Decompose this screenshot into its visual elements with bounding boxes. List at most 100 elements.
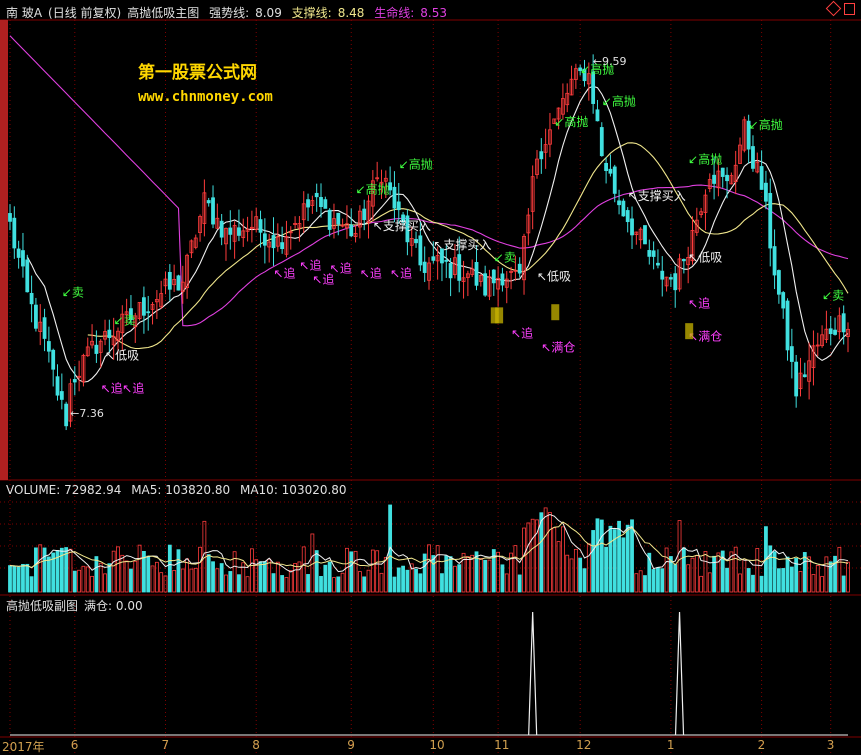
candle-body: [280, 242, 285, 250]
volume-bar: [198, 546, 202, 593]
volume-bar: [90, 575, 94, 593]
watermark: 第一股票公式网 www.chnmoney.com: [138, 58, 273, 105]
volume-bar: [573, 548, 578, 593]
volume-bar: [569, 558, 574, 593]
candle-body: [768, 192, 773, 249]
signal-label: ↖追: [101, 381, 123, 396]
full-position-spike: [528, 611, 538, 736]
life-line-value: 8.53: [420, 6, 448, 20]
candle-body: [491, 269, 496, 284]
candle-body: [271, 235, 276, 249]
volume-bar: [103, 573, 107, 593]
volume-bar: [258, 561, 263, 593]
volume-bar: [465, 556, 470, 593]
volume-header: VOLUME: 72982.94 MA5: 103820.80 MA10: 10…: [6, 483, 353, 497]
volume-bar: [815, 565, 820, 593]
signal-label: ↖追: [299, 257, 321, 272]
candle-body: [422, 261, 427, 273]
volume-bar: [833, 555, 837, 593]
signal-label: ↖支撑买入: [433, 237, 491, 252]
signal-box: [495, 307, 504, 324]
candle-body: [431, 256, 436, 261]
candle-body: [262, 233, 267, 246]
volume-ma5: MA5: 103820.80: [131, 483, 231, 497]
volume-bar: [522, 527, 526, 593]
volume-bar: [21, 563, 25, 593]
volume-bar: [621, 537, 626, 593]
volume-bar: [798, 571, 803, 593]
candle-body: [781, 292, 786, 309]
candle-body: [396, 201, 401, 211]
volume-bar: [755, 548, 760, 593]
signal-label: ↖低吸: [688, 251, 722, 265]
candle-body: [656, 262, 660, 266]
volume-bar: [599, 519, 604, 593]
candle-body: [414, 238, 418, 244]
candle-body: [621, 200, 626, 217]
volume-bar: [357, 571, 362, 593]
candle-body: [16, 248, 21, 258]
candle-body: [64, 403, 69, 427]
volume-bar: [16, 566, 21, 593]
candle-body: [630, 218, 634, 236]
signal-label: ↙卖: [822, 288, 844, 302]
volume-bar: [530, 518, 535, 593]
volume-bar: [267, 558, 272, 593]
volume-bar: [284, 577, 289, 593]
volume-bar: [375, 550, 380, 593]
signal-label: ↙高抛: [749, 117, 783, 132]
signal-label: ↖追: [511, 325, 533, 340]
volume-bar: [431, 555, 436, 593]
watermark-url: www.chnmoney.com: [138, 89, 273, 105]
candle-body: [29, 292, 34, 305]
candle-body: [828, 328, 833, 335]
volume-bar: [543, 507, 548, 593]
x-tick-label: 12: [576, 738, 592, 752]
strong-line-label: 强势线:: [209, 6, 250, 20]
volume-bar: [591, 530, 596, 593]
volume-bar: [595, 518, 600, 593]
candle-body: [612, 166, 617, 194]
volume-bar: [677, 520, 682, 593]
volume-bar: [435, 545, 440, 593]
candle-body: [673, 273, 678, 291]
candle-body: [776, 270, 781, 295]
volume-bar: [440, 573, 444, 593]
candle-body: [595, 109, 600, 122]
volume-bar: [362, 576, 367, 593]
candle-body: [651, 250, 656, 257]
candle-body: [599, 127, 604, 157]
volume-bar: [249, 548, 254, 593]
volume-bar: [759, 575, 764, 593]
volume-bar: [673, 564, 678, 593]
left-edge-strip: [0, 20, 8, 480]
candle-body: [94, 344, 99, 354]
volume-bar: [271, 573, 276, 593]
volume-bar: [206, 554, 211, 593]
volume-bar: [517, 574, 522, 593]
volume-bar: [643, 575, 647, 593]
candle-body: [107, 329, 112, 338]
candle-body: [681, 258, 686, 262]
chart-canvas: ↙卖↙卖↖低吸↖追 ↖追↖追↖追↖追↖追 ↖追 ↖追↙高抛↙高抛↖支撑买入↖支撑买入↙…: [0, 19, 861, 754]
indicator-name: 高抛低吸主图: [127, 6, 200, 20]
x-tick-label: 2: [757, 738, 766, 752]
full-position-value: 满仓: 0.00: [84, 599, 143, 613]
volume-bar: [846, 561, 850, 593]
volume-bar: [159, 572, 164, 593]
signal-box: [551, 304, 560, 321]
signal-label: ↖满仓: [541, 341, 575, 355]
candle-body: [604, 162, 609, 171]
candle-body: [617, 200, 621, 206]
window-toggle-icon[interactable]: [844, 3, 855, 15]
volume-bar: [561, 526, 565, 593]
candle-body: [51, 349, 56, 370]
x-tick-label: 6: [70, 738, 79, 752]
volume-bar: [180, 568, 185, 593]
candle-body: [751, 146, 755, 169]
candle-body: [206, 200, 211, 204]
volume-bar: [811, 574, 816, 593]
candle-body: [720, 167, 725, 177]
volume-bar: [448, 556, 453, 593]
candle-body: [55, 376, 60, 396]
